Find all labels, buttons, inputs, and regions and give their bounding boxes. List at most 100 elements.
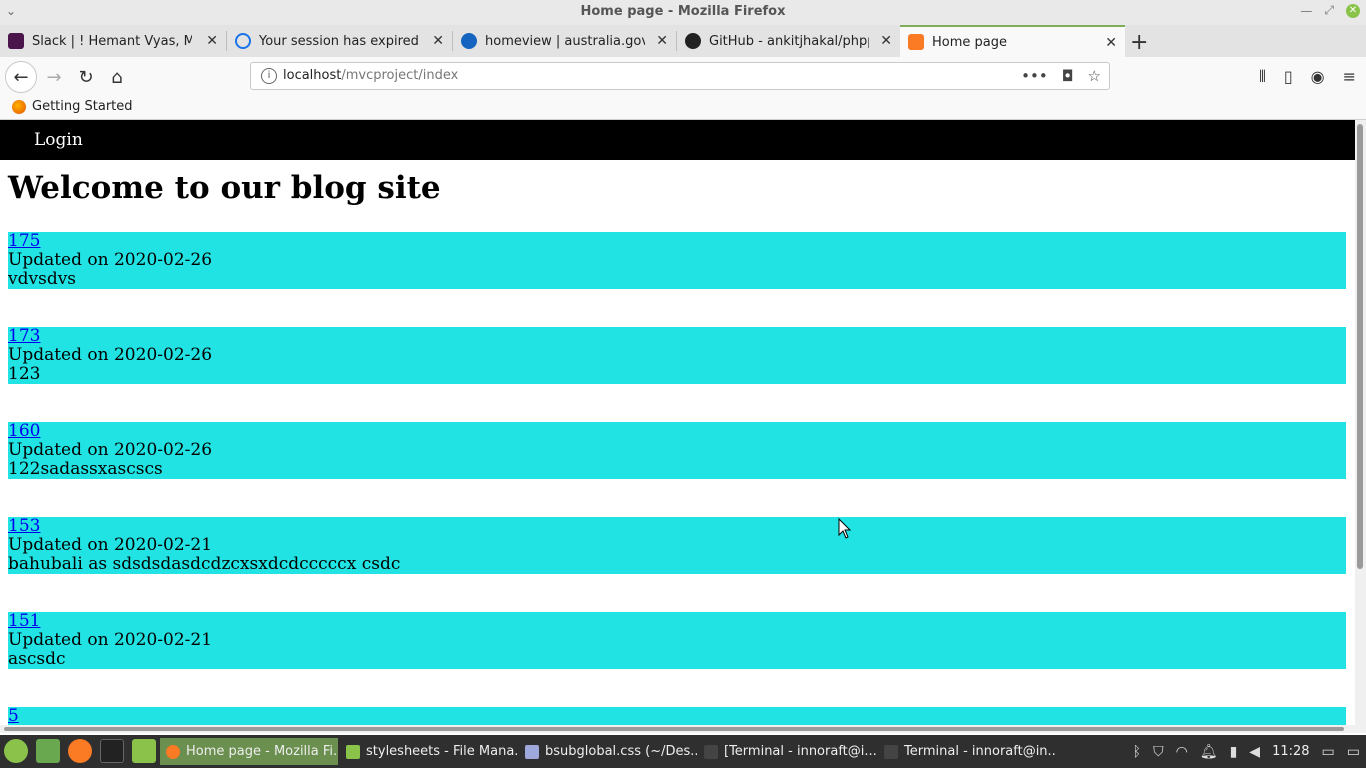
info-icon[interactable]: i [261,68,277,84]
tab-home-page[interactable]: Home page ✕ [900,25,1125,57]
tab-label: GitHub - ankitjhakal/phppra [709,33,869,49]
tab-label: Your session has expired. [259,33,419,49]
show-desktop-icon[interactable] [36,739,60,763]
tab-label: homeview | australia.gov.au [485,33,645,49]
page-actions-icon[interactable]: ••• [1021,67,1048,85]
task-terminal-1[interactable]: [Terminal - innoraft@i... [698,738,876,765]
task-file-manager[interactable]: stylesheets - File Mana... [340,738,518,765]
workspace-icon[interactable]: ▭ [1322,744,1335,760]
task-firefox[interactable]: Home page - Mozilla Fi... [160,738,338,765]
post-body: ascsdc [8,649,66,669]
tab-label: Home page [932,34,1007,50]
task-terminal-2[interactable]: Terminal - innoraft@in... [878,738,1056,765]
site-navbar: Login [0,120,1355,160]
tab-homeview[interactable]: homeview | australia.gov.au ✕ [453,25,676,57]
post-id-link[interactable]: 151 [8,612,1346,631]
post-id-link[interactable]: 173 [8,327,1346,346]
post-body: 122sadassxascscs [8,459,163,479]
wifi-icon[interactable]: ◠ [1176,744,1188,760]
bluetooth-icon[interactable]: ᛒ [1133,744,1141,760]
post-body: bahubali as sdsdsdasdcdzcxsxdcdcccccx cs… [8,554,401,574]
post-id-link[interactable]: 5 [8,707,1346,726]
bookmark-getting-started[interactable]: Getting Started [12,99,133,114]
close-tab-icon[interactable]: ✕ [880,33,892,49]
notifications-icon[interactable]: 🔔︎ [1200,744,1218,760]
address-bar[interactable]: i localhost/mvcproject/index ••• ◘ ☆ [250,62,1110,90]
scrollbar-thumb[interactable] [1357,124,1363,569]
close-tab-icon[interactable]: ✕ [206,33,218,49]
navigation-toolbar: ← → ↻ ⌂ i localhost/mvcproject/index •••… [0,57,1366,97]
post-updated: Updated on 2020-02-26 [8,345,213,365]
page-viewport: Login Welcome to our blog site 175 Updat… [0,120,1355,725]
mint-menu-icon[interactable] [4,739,28,763]
minimize-icon[interactable]: — [1300,4,1312,18]
clock[interactable]: 11:28 [1272,744,1309,759]
system-tray: ᛒ ⛉ ◠ 🔔︎ ▮ ◀︎ 11:28 ▭ ▭ [1133,735,1366,768]
post-item: 175 Updated on 2020-02-26 vdvsdvs [8,232,1346,289]
forward-button[interactable]: → [40,63,68,91]
reload-button[interactable]: ↻ [72,63,100,91]
post-body: vdvsdvs [8,269,77,289]
workspace-icon[interactable]: ▭ [1347,744,1360,760]
login-link[interactable]: Login [34,130,83,150]
xampp-icon [908,34,924,50]
firefox-launcher-icon[interactable] [68,739,92,763]
firefox-icon [12,99,26,114]
post-body: 123 [8,364,41,384]
search-icon [235,33,251,49]
maximize-icon[interactable]: ⤢ [1324,3,1334,18]
home-button[interactable]: ⌂ [103,63,131,91]
post-updated: Updated on 2020-02-21 [8,630,213,650]
account-icon[interactable]: ◉ [1311,67,1325,87]
edge-icon [461,33,477,49]
page-title: Welcome to our blog site [8,170,441,206]
post-updated: Updated on 2020-02-26 [8,250,213,270]
post-item: 160 Updated on 2020-02-26 122sadassxascs… [8,422,1346,479]
post-item: 151 Updated on 2020-02-21 ascsdc [8,612,1346,669]
post-item: 5 [8,707,1346,725]
tab-github[interactable]: GitHub - ankitjhakal/phppra ✕ [677,25,900,57]
post-id-link[interactable]: 175 [8,232,1346,251]
new-tab-button[interactable]: + [1130,30,1148,55]
terminal-icon [884,744,898,759]
close-window-icon[interactable]: ✕ [1346,3,1360,18]
pocket-icon[interactable]: ◘ [1062,67,1074,85]
sidebar-icon[interactable]: ▯ [1284,67,1293,87]
close-tab-icon[interactable]: ✕ [1105,35,1117,51]
library-icon[interactable]: ⫴ [1259,67,1266,87]
post-list: 175 Updated on 2020-02-26 vdvsdvs 173 Up… [8,232,1346,725]
close-tab-icon[interactable]: ✕ [656,33,668,49]
bookmark-star-icon[interactable]: ☆ [1088,67,1101,85]
tab-strip: Slack | ! Hemant Vyas, Mah ✕ Your sessio… [0,25,1366,57]
vertical-scrollbar[interactable] [1355,120,1366,725]
bookmarks-toolbar: Getting Started [0,97,1366,120]
close-tab-icon[interactable]: ✕ [432,33,444,49]
battery-icon[interactable]: ▮ [1230,744,1238,760]
post-id-link[interactable]: 153 [8,517,1346,536]
post-updated: Updated on 2020-02-26 [8,440,213,460]
github-icon [685,33,701,49]
slack-icon [8,33,24,49]
text-editor-icon [525,744,539,759]
tab-slack[interactable]: Slack | ! Hemant Vyas, Mah ✕ [0,25,226,57]
horizontal-scrollbar[interactable] [0,725,1366,733]
shield-icon[interactable]: ⛉ [1153,744,1164,760]
folder-icon [346,744,360,759]
post-item: 173 Updated on 2020-02-26 123 [8,327,1346,384]
volume-icon[interactable]: ◀︎ [1249,744,1260,760]
post-id-link[interactable]: 160 [8,422,1346,441]
terminal-icon [704,744,718,759]
window-titlebar: ⌄ Home page - Mozilla Firefox — ⤢ ✕ [0,0,1366,25]
scrollbar-thumb[interactable] [4,727,1344,731]
post-item: 153 Updated on 2020-02-21 bahubali as sd… [8,517,1346,574]
firefox-icon [166,744,180,759]
taskbar: Home page - Mozilla Fi... stylesheets - … [0,735,1366,768]
task-editor[interactable]: bsubglobal.css (~/Des... [519,738,697,765]
menu-icon[interactable]: ≡ [1343,67,1356,87]
tab-label: Slack | ! Hemant Vyas, Mah [32,33,192,49]
files-launcher-icon[interactable] [132,739,156,763]
tab-session-expired[interactable]: Your session has expired. ✕ [227,25,452,57]
back-button[interactable]: ← [5,61,37,93]
terminal-launcher-icon[interactable] [100,739,124,763]
url-text[interactable]: localhost/mvcproject/index [283,68,458,83]
